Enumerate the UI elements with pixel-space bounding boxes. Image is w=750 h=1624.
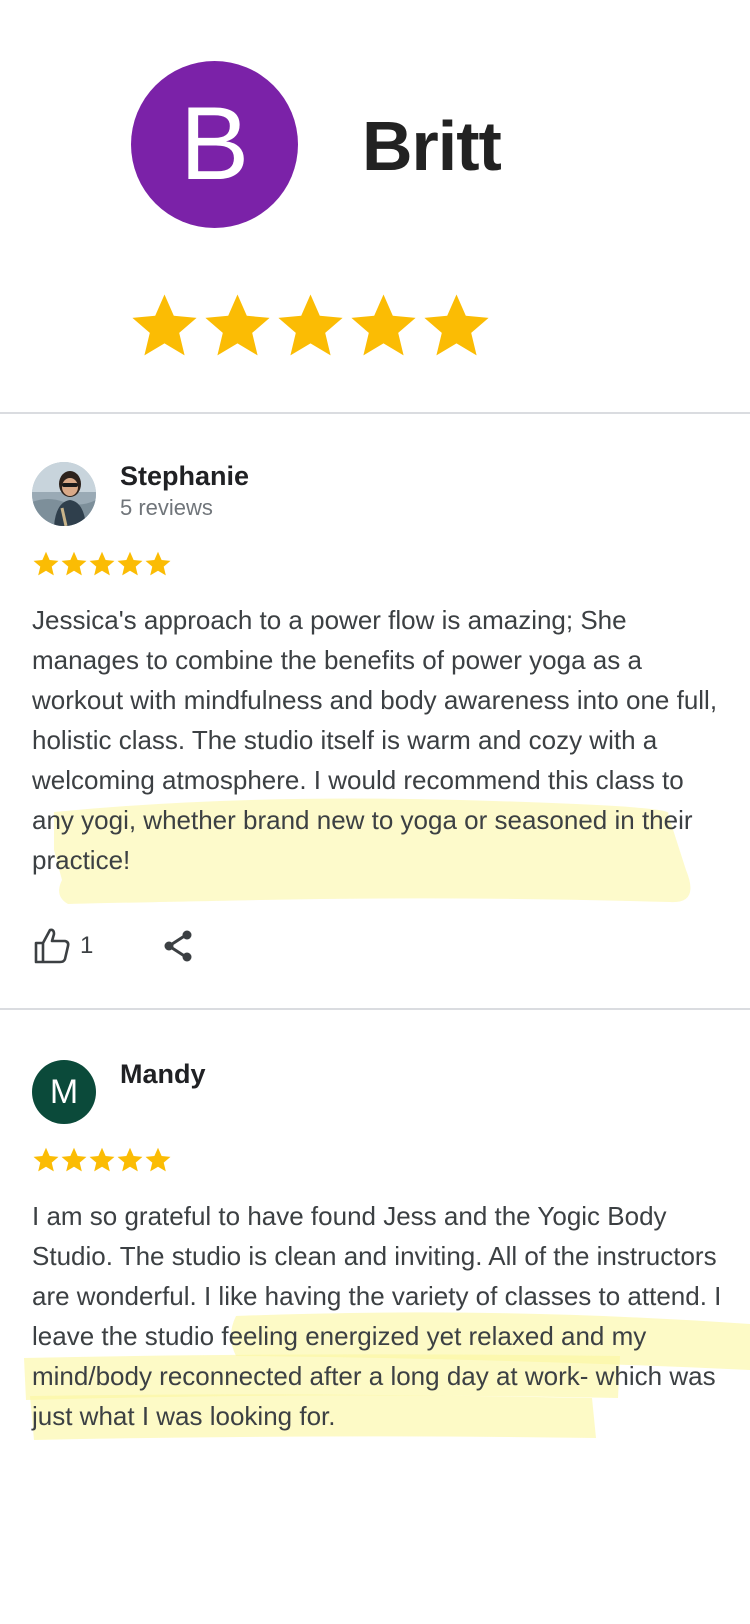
review-text: I am so grateful to have found Jess and … bbox=[32, 1201, 722, 1431]
star-icon bbox=[351, 294, 416, 356]
reviewer-name[interactable]: Mandy bbox=[120, 1058, 206, 1090]
star-icon bbox=[145, 1147, 171, 1172]
reviewer-photo bbox=[32, 462, 96, 526]
star-icon bbox=[145, 551, 171, 576]
share-button[interactable] bbox=[160, 928, 196, 964]
business-avatar: B bbox=[131, 61, 298, 228]
review-rating-stars bbox=[32, 1146, 172, 1174]
profile-name: Britt bbox=[362, 107, 502, 185]
star-icon bbox=[61, 551, 87, 576]
star-icon bbox=[424, 294, 489, 356]
share-icon bbox=[164, 930, 192, 962]
star-icon bbox=[132, 294, 197, 356]
star-icon bbox=[61, 1147, 87, 1172]
review-card: Stephanie 5 reviews Jessica's approach t… bbox=[0, 414, 750, 1008]
review-card: M Mandy I am so grateful to have found J… bbox=[0, 1010, 750, 1610]
reviewer-name[interactable]: Stephanie bbox=[120, 460, 249, 492]
star-icon bbox=[33, 1147, 59, 1172]
star-icon bbox=[33, 551, 59, 576]
star-icon bbox=[117, 1147, 143, 1172]
review-rating-stars bbox=[32, 550, 172, 578]
like-count: 1 bbox=[80, 932, 94, 959]
star-icon bbox=[89, 1147, 115, 1172]
review-actions: 1 bbox=[32, 926, 232, 966]
reviewer-avatar[interactable]: M bbox=[32, 1060, 96, 1124]
star-icon bbox=[89, 551, 115, 576]
review-text: Jessica's approach to a power flow is am… bbox=[32, 605, 718, 875]
reviewer-review-count: 5 reviews bbox=[120, 495, 213, 520]
like-button[interactable]: 1 bbox=[32, 926, 93, 966]
star-icon bbox=[205, 294, 270, 356]
star-icon bbox=[278, 294, 343, 356]
reviewer-avatar[interactable] bbox=[32, 462, 96, 526]
star-icon bbox=[117, 551, 143, 576]
profile-header: B Britt bbox=[0, 0, 750, 412]
profile-rating-stars bbox=[128, 290, 493, 362]
thumbs-up-icon bbox=[34, 928, 70, 964]
